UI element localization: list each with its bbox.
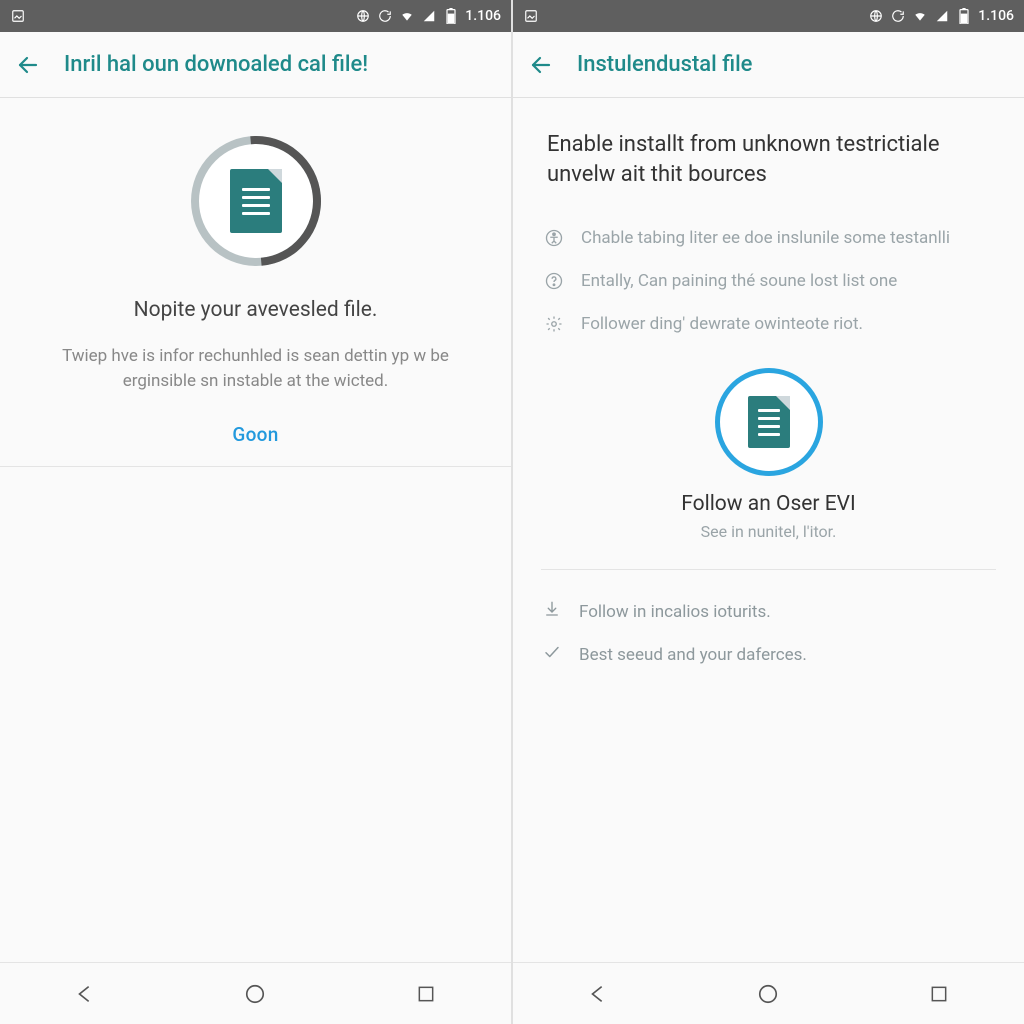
accessibility-icon bbox=[543, 227, 565, 249]
hero-title: Nopite your avevesled file. bbox=[134, 298, 378, 322]
page-title: Instulendustal file bbox=[577, 52, 752, 77]
list-item: Best seeud and your daferces. bbox=[543, 633, 994, 676]
list-item: Entally, Can paining thé soune lost list… bbox=[543, 260, 994, 303]
primary-action-button[interactable]: Goon bbox=[232, 423, 278, 446]
battery-icon bbox=[956, 8, 972, 24]
back-button[interactable] bbox=[14, 51, 42, 79]
download-icon bbox=[543, 600, 561, 623]
status-bar: 1.106 bbox=[513, 0, 1024, 32]
wifi-icon bbox=[399, 8, 415, 24]
nav-home-button[interactable] bbox=[240, 979, 270, 1009]
image-icon bbox=[10, 8, 26, 24]
section-heading: Enable installt from unknown testrictial… bbox=[513, 98, 1024, 203]
info-ring-icon bbox=[715, 368, 823, 476]
nav-bar bbox=[513, 962, 1024, 1024]
battery-icon bbox=[443, 8, 459, 24]
status-time: 1.106 bbox=[465, 8, 501, 24]
image-icon bbox=[523, 8, 539, 24]
nav-back-button[interactable] bbox=[70, 979, 100, 1009]
nav-bar bbox=[0, 962, 511, 1024]
refresh-icon bbox=[890, 8, 906, 24]
check-icon bbox=[543, 643, 561, 666]
phone-right: 1.106 Instulendustal file Enable install… bbox=[511, 0, 1024, 1024]
nav-back-button[interactable] bbox=[583, 979, 613, 1009]
status-bar: 1.106 bbox=[0, 0, 511, 32]
divider bbox=[0, 466, 511, 467]
list-item: Chable tabing liter ee doe inslunile som… bbox=[543, 217, 994, 260]
hero-subtitle: Twiep hve is infor rechunhled is sean de… bbox=[30, 344, 481, 393]
list-item: Follower ding' dewrate owinteote riot. bbox=[543, 303, 994, 346]
steps-list: Follow in incalios ioturits. Best seeud … bbox=[513, 570, 1024, 676]
refresh-icon bbox=[377, 8, 393, 24]
list-item-text: Entally, Can paining thé soune lost list… bbox=[581, 270, 897, 293]
list-item-text: Chable tabing liter ee doe inslunile som… bbox=[581, 227, 950, 250]
info-list: Chable tabing liter ee doe inslunile som… bbox=[513, 203, 1024, 346]
mini-title: Follow an Oser EVI bbox=[681, 492, 856, 516]
wifi-icon bbox=[912, 8, 928, 24]
list-item-text: Follower ding' dewrate owinteote riot. bbox=[581, 313, 863, 336]
list-item-text: Best seeud and your daferces. bbox=[579, 645, 807, 665]
signal-icon bbox=[934, 8, 950, 24]
nav-home-button[interactable] bbox=[753, 979, 783, 1009]
list-item: Follow in incalios ioturits. bbox=[543, 590, 994, 633]
back-button[interactable] bbox=[527, 51, 555, 79]
page-title: Inril hal oun downoaled cal file! bbox=[64, 52, 368, 77]
phone-left: 1.106 Inril hal oun downoaled cal file! … bbox=[0, 0, 511, 1024]
status-time: 1.106 bbox=[978, 8, 1014, 24]
globe-icon bbox=[868, 8, 884, 24]
help-icon bbox=[543, 270, 565, 292]
document-icon bbox=[230, 169, 282, 233]
gear-icon bbox=[543, 313, 565, 335]
signal-icon bbox=[421, 8, 437, 24]
app-bar: Inril hal oun downoaled cal file! bbox=[0, 32, 511, 98]
globe-icon bbox=[355, 8, 371, 24]
app-bar: Instulendustal file bbox=[513, 32, 1024, 98]
list-item-text: Follow in incalios ioturits. bbox=[579, 602, 771, 622]
main-content: Enable installt from unknown testrictial… bbox=[513, 98, 1024, 962]
mini-subtitle: See in nunitel, l'itor. bbox=[701, 522, 837, 541]
document-icon bbox=[748, 396, 790, 448]
progress-ring-icon bbox=[191, 136, 321, 266]
main-content: Nopite your avevesled file. Twiep hve is… bbox=[0, 98, 511, 962]
nav-recents-button[interactable] bbox=[924, 979, 954, 1009]
nav-recents-button[interactable] bbox=[411, 979, 441, 1009]
